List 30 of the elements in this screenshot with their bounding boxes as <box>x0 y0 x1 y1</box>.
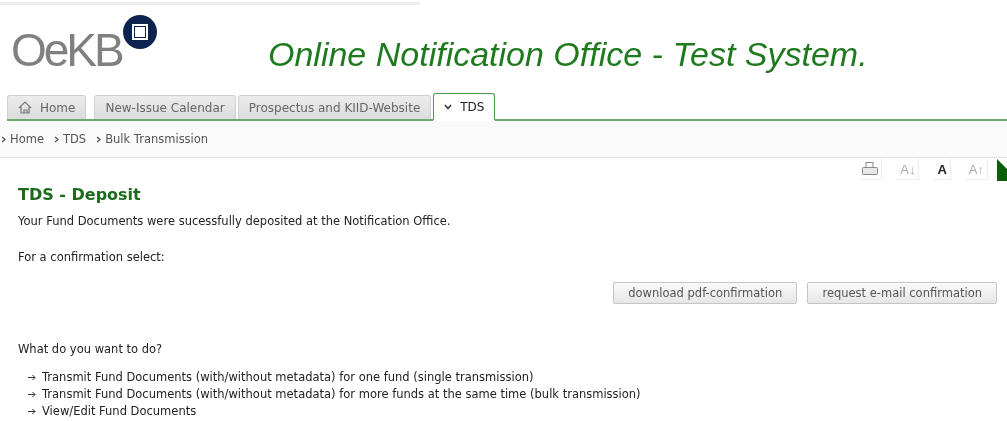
arrow-icon <box>28 407 36 414</box>
question-text: What do you want to do? <box>18 342 164 356</box>
arrow-icon <box>28 373 36 380</box>
action-button[interactable]: download pdf-confirmation <box>613 282 798 304</box>
site-title: Online Notification Office - Test System. <box>268 35 868 74</box>
home-icon <box>18 101 32 114</box>
page-heading: TDS - Deposit <box>18 185 142 204</box>
prompt-text: For a confirmation select: <box>18 250 166 264</box>
chevron-icon <box>1 135 6 143</box>
logo-text: OeKB <box>11 27 122 73</box>
breadcrumb-link[interactable]: Home <box>10 132 44 146</box>
caret-icon <box>444 103 453 110</box>
nav-tab[interactable]: TDS <box>433 93 496 121</box>
nav-tab[interactable]: New-Issue Calendar <box>94 95 236 119</box>
nav-tab[interactable]: Prospectus and KIID-Website <box>237 95 432 119</box>
breadcrumb-link[interactable]: Bulk Transmission <box>105 132 209 146</box>
action-button[interactable]: request e-mail confirmation <box>807 282 997 304</box>
font-size-button[interactable]: A <box>934 159 951 180</box>
nav-tab[interactable]: Home <box>7 95 87 119</box>
corner-flag-icon <box>997 159 1007 181</box>
chevron-icon <box>96 135 102 143</box>
action-link[interactable]: Transmit Fund Documents (with/without metadata) for more funds at the same time (bulk transmission) <box>42 386 641 401</box>
message-text: Your Fund Documents were sucessfully deposited at the Notification Office. <box>18 214 452 228</box>
action-link[interactable]: Transmit Fund Documents (with/without metadata) for one fund (single transmission) <box>42 369 534 384</box>
action-link[interactable]: View/Edit Fund Documents <box>42 403 197 418</box>
logo-mark-icon <box>122 15 157 49</box>
chevron-icon <box>53 135 59 143</box>
print-button[interactable] <box>859 159 883 180</box>
breadcrumb-link[interactable]: TDS <box>62 132 87 146</box>
arrow-icon <box>28 390 36 397</box>
